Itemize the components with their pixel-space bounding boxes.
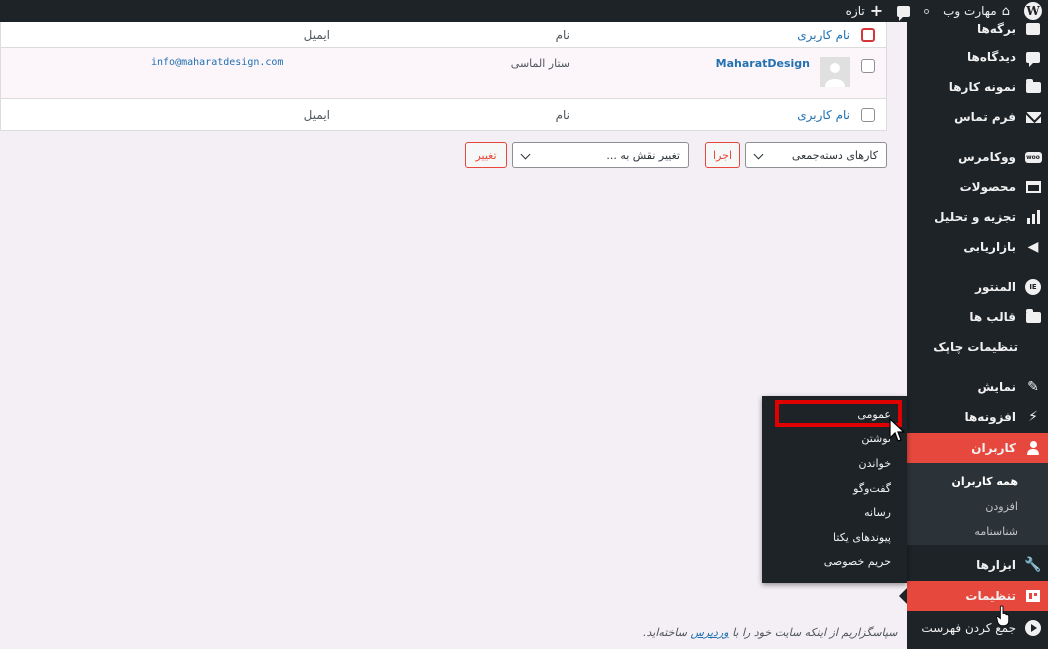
menu-label: بازاریابی: [963, 240, 1016, 254]
menu-label: فرم تماس: [954, 110, 1016, 124]
column-username-footer[interactable]: نام کاربری: [570, 108, 850, 122]
table-row: MaharatDesign ستار الماسی info@maharatde…: [1, 48, 886, 99]
comment-icon: [1024, 48, 1042, 67]
admin-bar: W ⌂ مهارت وب + تازه: [0, 0, 1048, 22]
users-table: نام کاربری نام ایمیل MaharatDesign ستار …: [0, 22, 887, 131]
column-email-footer[interactable]: ایمیل: [40, 108, 370, 122]
admin-sidebar: برگه‌ها دیدگاه‌ها نمونه کارها فرم تماس w…: [899, 22, 1048, 649]
menu-label: ووکامرس: [958, 150, 1016, 164]
footer-thanks: سپاسگزاریم از اینکه سایت خود را با وردپر…: [643, 626, 897, 639]
apply-button[interactable]: اجرا: [705, 142, 740, 168]
menu-templates[interactable]: قالب ها: [907, 302, 1048, 332]
change-button[interactable]: تغییر: [465, 142, 507, 168]
table-header: نام کاربری نام ایمیل: [1, 22, 886, 48]
submenu-add-new[interactable]: افزودن: [907, 494, 1048, 519]
flyout-permalinks[interactable]: پیوندهای یکتا: [762, 525, 907, 550]
new-content-menu[interactable]: + تازه: [846, 3, 883, 19]
table-footer: نام کاربری نام ایمیل: [1, 99, 886, 130]
menu-contact-form[interactable]: فرم تماس: [907, 102, 1048, 132]
username-link[interactable]: MaharatDesign: [716, 57, 810, 70]
menu-pages[interactable]: برگه‌ها: [907, 14, 1048, 44]
store-icon: [1024, 178, 1042, 196]
pages-icon: [1024, 20, 1042, 38]
select-all-checkbox-bottom[interactable]: [861, 107, 875, 122]
cursor-hand-icon: [996, 605, 1010, 627]
chevron-down-icon: [753, 149, 764, 160]
flyout-discussion[interactable]: گفت‌وگو: [762, 476, 907, 501]
bulk-actions-value: کارهای دسته‌جمعی: [791, 148, 878, 162]
users-submenu: همه کاربران افزودن شناسنامه: [907, 463, 1048, 545]
menu-label: تجزیه و تحلیل: [934, 210, 1016, 224]
footer-prefix: سپاسگزاریم از اینکه سایت خود را با: [732, 626, 898, 639]
avatar: [820, 57, 850, 87]
menu-collapse[interactable]: جمع کردن فهرست: [907, 613, 1048, 643]
menu-label: برگه‌ها: [976, 22, 1016, 36]
menu-label: کاربران: [971, 441, 1016, 455]
updates-indicator[interactable]: [924, 8, 930, 14]
menu-label: نمایش: [977, 380, 1016, 394]
column-username[interactable]: نام کاربری: [570, 28, 850, 42]
menu-label: تنظیمات چاپک: [933, 340, 1018, 354]
menu-label: افزونه‌ها: [964, 410, 1016, 424]
submenu-all-users[interactable]: همه کاربران: [907, 469, 1048, 494]
cursor-arrow-icon: [889, 418, 905, 442]
menu-elementor[interactable]: IE المنتور: [907, 272, 1048, 302]
wrench-icon: 🔧: [1024, 557, 1042, 573]
elementor-icon: IE: [1024, 278, 1042, 296]
menu-appearance[interactable]: ✎ نمایش: [907, 372, 1048, 402]
bulk-actions-select[interactable]: کارهای دسته‌جمعی: [745, 142, 887, 168]
menu-settings[interactable]: تنظیمات: [899, 581, 1048, 611]
footer-suffix: ساخته‌اید.: [643, 626, 687, 639]
menu-products[interactable]: محصولات: [907, 172, 1048, 202]
folder-open-icon: [1024, 308, 1042, 326]
flyout-reading[interactable]: خواندن: [762, 451, 907, 476]
flyout-media[interactable]: رسانه: [762, 500, 907, 525]
plus-icon: +: [869, 1, 884, 20]
brush-icon: ✎: [1027, 379, 1039, 395]
change-role-value: تغییر نقش به ...: [606, 148, 680, 162]
woocommerce-icon: woo: [1024, 151, 1042, 163]
menu-label: دیدگاه‌ها: [967, 50, 1016, 64]
menu-portfolio[interactable]: نمونه کارها: [907, 72, 1048, 102]
menu-analytics[interactable]: تجزیه و تحلیل: [907, 202, 1048, 232]
settings-icon: [1024, 587, 1042, 605]
row-checkbox[interactable]: [861, 59, 875, 73]
user-icon: [1024, 439, 1042, 457]
menu-marketing[interactable]: ◀ بازاریابی: [907, 232, 1048, 262]
new-label: تازه: [845, 4, 865, 18]
menu-tools[interactable]: 🔧 ابزارها: [907, 550, 1048, 580]
menu-label: ابزارها: [976, 558, 1016, 572]
username-cell: MaharatDesign: [570, 57, 850, 87]
flyout-privacy[interactable]: حریم خصوصی: [762, 550, 907, 575]
menu-label: تنظیمات: [965, 589, 1016, 603]
select-all-checkbox[interactable]: [861, 27, 875, 42]
name-cell: ستار الماسی: [510, 57, 570, 70]
column-name[interactable]: نام: [370, 28, 570, 42]
folder-icon: [1024, 78, 1042, 96]
megaphone-icon: ◀: [1027, 239, 1039, 255]
menu-label: نمونه کارها: [948, 80, 1016, 94]
submenu-profile[interactable]: شناسنامه: [907, 519, 1048, 544]
menu-label: قالب ها: [969, 310, 1016, 324]
plugin-icon: ⚡: [1028, 409, 1038, 425]
menu-comments[interactable]: دیدگاه‌ها: [907, 42, 1048, 72]
play-icon: [1024, 619, 1042, 637]
menu-label: محصولات: [959, 180, 1016, 194]
email-link[interactable]: info@maharatdesign.com: [151, 57, 283, 68]
menu-chapak-settings[interactable]: تنظیمات چاپک: [907, 332, 1048, 362]
menu-plugins[interactable]: ⚡ افزونه‌ها: [907, 402, 1048, 432]
change-role-select[interactable]: تغییر نقش به ...: [512, 142, 689, 168]
wordpress-link[interactable]: وردپرس: [690, 626, 728, 639]
column-email[interactable]: ایمیل: [40, 28, 370, 42]
flyout-writing[interactable]: نوشتن: [762, 427, 907, 452]
mail-icon: [1024, 108, 1042, 126]
status-dot-icon: [924, 8, 930, 14]
menu-woocommerce[interactable]: woo ووکامرس: [907, 142, 1048, 172]
highlight-box: [775, 400, 902, 427]
column-name-footer[interactable]: نام: [370, 108, 570, 122]
chevron-down-icon: [520, 149, 531, 160]
menu-label: المنتور: [975, 280, 1016, 294]
bar-chart-icon: [1024, 208, 1042, 226]
menu-users[interactable]: کاربران: [899, 433, 1048, 463]
